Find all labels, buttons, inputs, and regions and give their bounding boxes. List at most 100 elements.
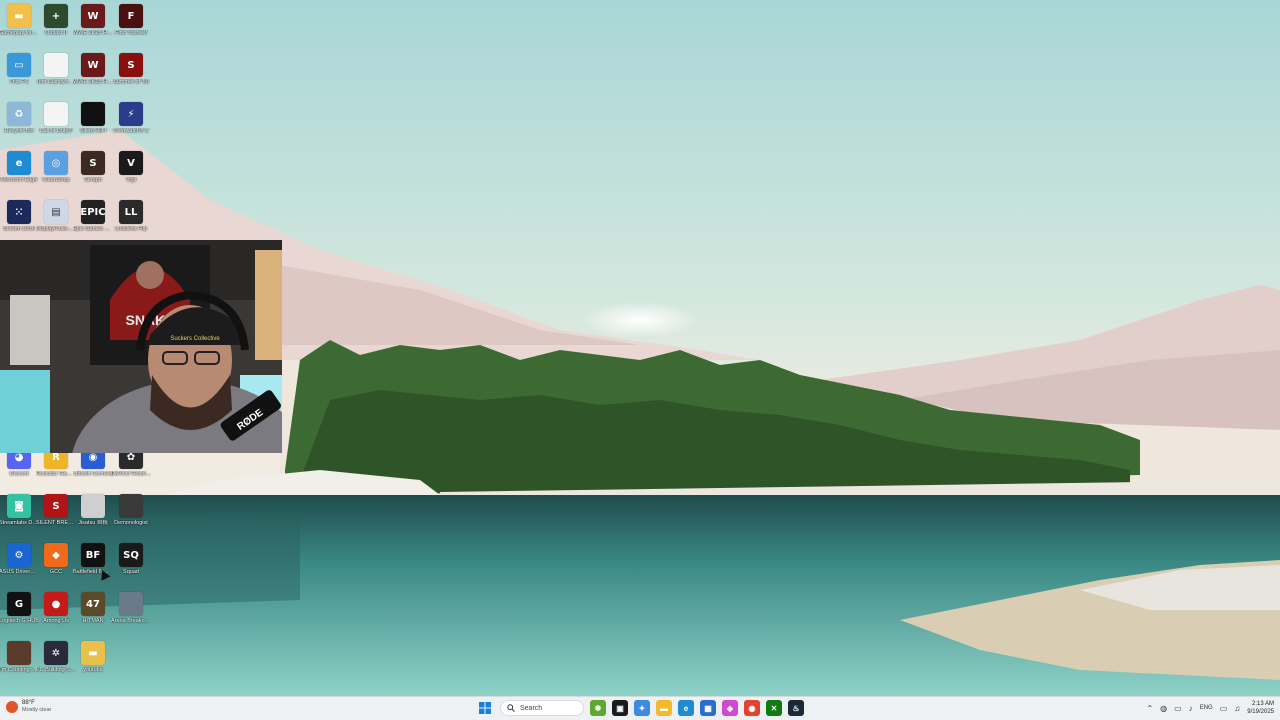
desktop-icon-label: Summer of '58 xyxy=(113,79,149,85)
app-icon: ⚙ xyxy=(7,543,31,567)
desktop-icon[interactable]: ● Among Us xyxy=(37,592,75,638)
desktop-icon[interactable]: ✲ PC Building Simulator xyxy=(36,641,76,687)
weather-sun-icon xyxy=(6,701,18,713)
desktop-icon-label: DaVinci Resolve xyxy=(111,471,151,477)
desktop-icon[interactable]: G Logitech G HUB xyxy=(0,592,39,638)
desktop-icon[interactable]: SQ Squad xyxy=(112,543,150,589)
taskbar-app-copilot[interactable]: ✦ xyxy=(634,700,650,716)
desktop-icon[interactable]: W WWE 2K25 Hellish Fea... xyxy=(73,53,113,99)
app-icon: S xyxy=(44,494,68,518)
desktop-icon-label: Silent Hill f xyxy=(80,128,106,134)
pinned-apps: ❋ ▣ ✦ ▬ e ▦ ◈ ◉ ✕ ♨ xyxy=(590,700,804,716)
desktop-icon-label: Recycle Bin xyxy=(4,128,34,134)
desktop-icon-label: Outlast II xyxy=(44,30,67,36)
taskbar-app-widgets[interactable]: ❋ xyxy=(590,700,606,716)
weather-temperature: 88°F xyxy=(22,700,35,706)
desktop-icon[interactable]: ⚙ ASUS DriverHub xyxy=(0,543,39,589)
desktop-icon-label: Gameplay folder xyxy=(0,30,39,36)
search-placeholder: Search xyxy=(520,704,543,712)
desktop-icon[interactable]: ▬ Gameplay folder xyxy=(0,4,39,50)
desktop-icon-label: Squad xyxy=(123,569,139,575)
desktop-icon[interactable]: Call of Duty® xyxy=(37,102,75,148)
desktop-icon[interactable]: e Microsoft Edge xyxy=(0,151,38,197)
app-icon: ◆ xyxy=(44,543,68,567)
desktop-icon-label: Demonologist xyxy=(114,520,148,526)
desktop-icon[interactable]: Tom Clancy's Rainbow Six... xyxy=(36,53,76,99)
language-indicator[interactable]: ENG xyxy=(1200,705,1213,711)
desktop-icon[interactable]: ▭ This PC xyxy=(0,53,38,99)
desktop-icon-label: Overwatch® 2 xyxy=(113,128,149,134)
desktop-icon-label: Tom Clancy's Rainbow Six... xyxy=(36,79,76,85)
desktop-icon-label: CleanShop xyxy=(42,177,70,183)
desktop-icon[interactable]: Silent Hill f xyxy=(74,102,112,148)
desktop-icon-label: SILENT BREATH xyxy=(36,520,76,526)
desktop-icon-label: Epic Games Launcher xyxy=(73,226,113,232)
desktop-icon-label: Streamlabs Desktop xyxy=(0,520,39,526)
desktop-icon-label: Stream Deck xyxy=(3,226,35,232)
app-icon: ▤ xyxy=(44,200,68,224)
app-icon: ◙ xyxy=(7,494,31,518)
taskbar-app-steam[interactable]: ♨ xyxy=(788,700,804,716)
desktop-icon-label: PC Building Simulator xyxy=(36,667,76,673)
desktop-icon-label: Jisatsu 自殺 xyxy=(78,520,108,526)
app-icon: ◎ xyxy=(44,151,68,175)
cap-text: Suckers Collective xyxy=(170,336,220,342)
app-icon: W xyxy=(81,53,105,77)
desktop-icon[interactable]: + Outlast II xyxy=(37,4,75,50)
desktop-icon[interactable]: ◆ GCC xyxy=(37,543,75,589)
desktop-icon-label: Among Us xyxy=(43,618,69,624)
desktop-icon[interactable]: Arena Breakout... xyxy=(111,592,151,638)
taskbar-app-xbox[interactable]: ✕ xyxy=(766,700,782,716)
desktop-icon-label: Ubisoft Connect xyxy=(73,471,113,477)
taskbar-search[interactable]: Search xyxy=(500,700,584,716)
app-icon: S xyxy=(81,151,105,175)
taskbar-app-app-generic[interactable]: ◈ xyxy=(722,700,738,716)
mic-tray-icon[interactable]: ♪ xyxy=(1189,704,1193,713)
desktop-icon[interactable]: S SILENT BREATH xyxy=(36,494,76,540)
desktop-icon[interactable]: ▬ youtube xyxy=(74,641,112,687)
taskbar-center: Search ❋ ▣ ✦ ▬ e ▦ ◈ ◉ ✕ ♨ xyxy=(476,699,804,717)
app-icon: LL xyxy=(119,200,143,224)
steam-tray-icon[interactable]: ◍ xyxy=(1160,704,1167,713)
system-tray: ⌃ ◍ ▭ ♪ ENG ▭ ♫ 2:13 AM 9/19/2025 xyxy=(1146,700,1274,716)
desktop-icon[interactable]: F Find Yourself xyxy=(112,4,150,50)
desktop-icon-label: Seraph xyxy=(84,177,102,183)
chevron-up-icon[interactable]: ⌃ xyxy=(1146,704,1153,713)
desktop-icon[interactable]: 47 HITMAN xyxy=(74,592,112,638)
app-icon: EPIC xyxy=(80,200,106,224)
desktop-icon[interactable]: BFBattlefield 6 Open Beta xyxy=(73,543,113,589)
app-icon: ▭ xyxy=(7,53,31,77)
app-icon xyxy=(81,494,105,518)
volume-icon[interactable]: ♫ xyxy=(1234,704,1240,713)
desktop-icon-label: youtube xyxy=(83,667,103,673)
webcam-feed: SNAKE Suckers Collective RØDE xyxy=(0,240,282,453)
desktop-icon[interactable]: ◙ Streamlabs Desktop xyxy=(0,494,39,540)
desktop-icon-label: This PC xyxy=(9,79,29,85)
display-tray-icon[interactable]: ▭ xyxy=(1174,704,1182,713)
desktop-icon[interactable]: I'm Counting to... xyxy=(0,641,39,687)
desktop-icon[interactable]: W WWE 2K25 Hellish Fea... xyxy=(73,4,113,50)
desktop-icon[interactable]: S Seraph xyxy=(74,151,112,197)
desktop-icon[interactable]: Jisatsu 自殺 xyxy=(74,494,112,540)
app-icon: SQ xyxy=(119,543,143,567)
desktop-icon[interactable]: ◎ CleanShop xyxy=(37,151,75,197)
desktop-icon[interactable]: Demonologist xyxy=(112,494,150,540)
taskbar-app-file-explorer[interactable]: ▬ xyxy=(656,700,672,716)
taskbar-app-edge[interactable]: e xyxy=(678,700,694,716)
weather-widget[interactable]: 88°F Mostly clear xyxy=(6,700,51,714)
app-icon: V xyxy=(119,151,143,175)
app-icon: ▬ xyxy=(7,4,31,28)
desktop-icon[interactable]: ⚡ Overwatch® 2 xyxy=(112,102,150,148)
taskbar-app-store[interactable]: ▦ xyxy=(700,700,716,716)
desktop-icon-label: Arena Breakout... xyxy=(111,618,151,624)
desktop-icon[interactable]: S Summer of '58 xyxy=(112,53,150,99)
desktop-icon[interactable]: ♻ Recycle Bin xyxy=(0,102,38,148)
taskbar-app-task-view[interactable]: ▣ xyxy=(612,700,628,716)
desktop-icon[interactable]: V Vigil xyxy=(112,151,150,197)
network-icon[interactable]: ▭ xyxy=(1220,704,1228,713)
clock[interactable]: 2:13 AM 9/19/2025 xyxy=(1247,700,1274,716)
windows-logo-icon xyxy=(479,702,491,714)
desktop-icon-label: DisplayFusion Center xyxy=(36,226,76,232)
start-button[interactable] xyxy=(476,699,494,717)
taskbar-app-chrome[interactable]: ◉ xyxy=(744,700,760,716)
